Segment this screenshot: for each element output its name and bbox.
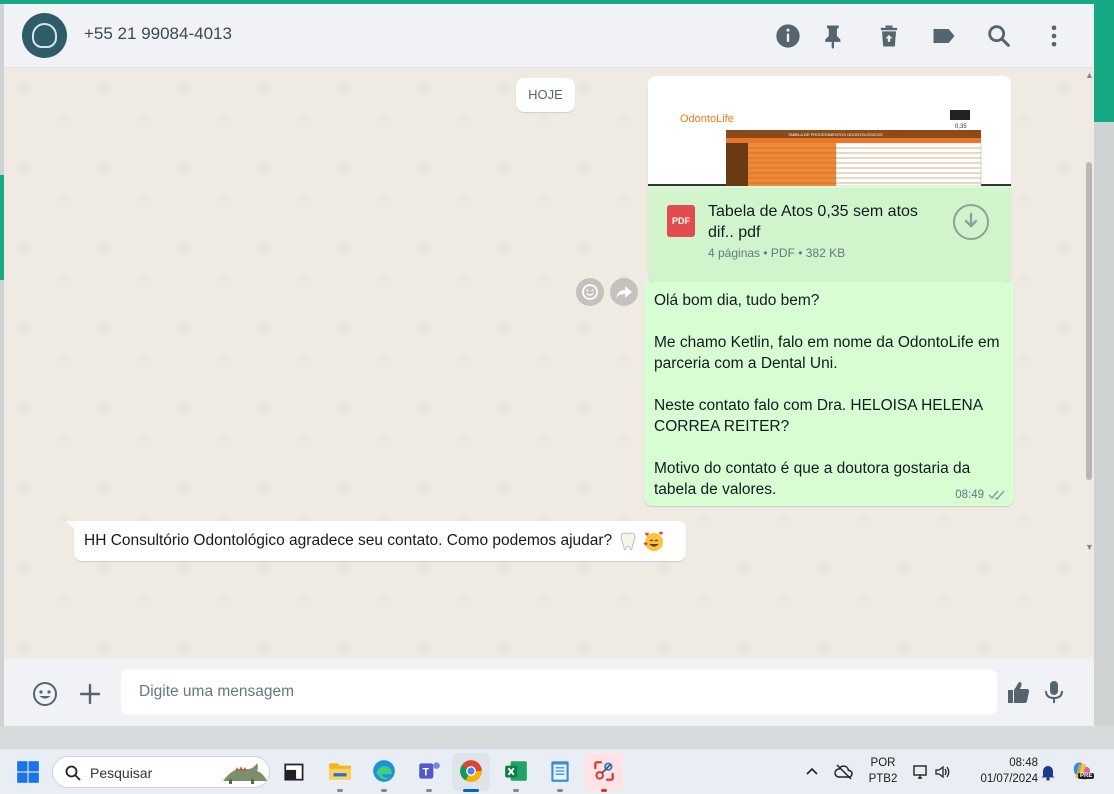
preview-value: 0,35 [955,124,967,130]
chat-scrollbar[interactable]: ▲ ▼ [1084,68,1094,658]
tooth-emoji-icon [620,532,635,551]
scroll-up-icon[interactable]: ▲ [1085,70,1094,80]
active-indicator [601,789,607,792]
smiley-icon [582,284,598,300]
whatsapp-window: +55 21 99084-4013 HOJE OdontoLife 0,35 T… [4,4,1094,726]
chevron-up-icon[interactable] [804,764,820,780]
running-indicator [426,789,432,792]
document-file-name: Tabela de Atos 0,35 sem atos dif.. pdf [708,203,918,241]
file-explorer-icon[interactable] [327,758,353,784]
preview-title: TABELA DE PROCEDIMENTOS ODONTOLÓGICOS [788,132,883,137]
contact-name[interactable]: +55 21 99084-4013 [84,24,232,44]
running-indicator [557,789,563,792]
message-composer [4,658,1094,726]
react-emoji-button[interactable] [576,278,604,306]
keyboard-layout[interactable]: PTB2 [866,773,900,785]
read-ticks-icon [988,490,1005,500]
edge-icon[interactable] [371,758,397,784]
document-meta: 4 páginas • PDF • 382 KB [708,246,846,260]
clock-date[interactable]: 01/07/2024 [964,773,1038,785]
preview-brand: OdontoLife [680,113,734,125]
message-line: Me chamo Ketlin, falo em nome da OdontoL… [654,334,1000,351]
message-line: CORREA REITER? [654,418,790,435]
smiling-face-with-hearts-icon [643,531,664,551]
date-divider: HOJE [516,78,575,112]
forward-icon [616,286,632,298]
snipping-tool-icon[interactable] [591,758,617,784]
trash-icon[interactable] [875,22,903,50]
taskbar-search-label: Pesquisar [90,765,153,781]
preview-table-rows [726,142,982,187]
taskbar-search[interactable]: Pesquisar [52,756,270,788]
message-line: Olá bom dia, tudo bem? [654,292,820,309]
windows-taskbar: Pesquisar T POR PTB2 08:48 01/07/2024 PR… [0,748,1114,794]
message-line: tabela de valores. [654,481,777,498]
input-language[interactable]: POR [866,757,900,769]
task-view-icon[interactable] [282,758,308,784]
menu-icon[interactable] [1040,22,1068,50]
chrome-icon[interactable] [458,758,484,784]
search-icon[interactable] [985,22,1013,50]
active-indicator [463,789,479,792]
microphone-icon[interactable] [1040,678,1068,706]
copilot-button[interactable]: PRE [1070,759,1095,783]
desktop-edge-right [1094,4,1114,122]
copilot-icon [1073,762,1091,780]
incoming-message[interactable]: HH Consultório Odontológico agradece seu… [74,521,686,561]
running-indicator [513,789,519,792]
pdf-file-icon: PDF [667,205,695,237]
plus-icon[interactable] [76,680,104,708]
network-icon[interactable] [912,763,930,781]
chat-header: +55 21 99084-4013 [4,4,1094,68]
download-icon [964,212,978,228]
excel-icon[interactable] [503,758,529,784]
tooth-logo [32,23,57,48]
label-icon[interactable] [930,22,958,50]
incoming-message-text: HH Consultório Odontológico agradece seu… [84,532,613,549]
search-icon [65,765,81,781]
running-indicator [381,789,387,792]
message-line: Neste contato falo com Dra. HELOISA HELE… [654,397,984,414]
teams-icon[interactable]: T [416,758,442,784]
running-indicator [337,789,343,792]
dinosaur-doodle-icon [223,763,267,784]
forward-button[interactable] [610,278,638,306]
contact-avatar[interactable] [22,13,67,58]
notepad-icon[interactable] [547,758,573,784]
scroll-down-icon[interactable]: ▼ [1085,542,1094,552]
svg-text:T: T [423,766,430,778]
message-line: Motivo do contato é que a doutora gostar… [654,460,971,477]
scroll-thumb[interactable] [1086,162,1092,480]
chat-area[interactable]: HOJE OdontoLife 0,35 TABELA DE PROCEDIME… [4,68,1094,658]
document-preview[interactable]: OdontoLife 0,35 TABELA DE PROCEDIMENTOS … [648,76,1011,187]
download-button[interactable] [953,204,989,240]
document-message[interactable]: OdontoLife 0,35 TABELA DE PROCEDIMENTOS … [648,76,1011,282]
info-icon[interactable] [774,22,802,50]
outgoing-message[interactable]: Olá bom dia, tudo bem? Me chamo Ketlin, … [644,282,1014,506]
desktop-background [0,726,1114,748]
message-time: 08:49 [955,489,984,501]
clock-time[interactable]: 08:48 [964,757,1038,769]
document-info[interactable]: PDF Tabela de Atos 0,35 sem atos dif.. p… [648,188,1011,282]
windows-start-icon[interactable] [15,759,41,785]
message-input[interactable] [121,669,997,715]
copilot-preview-badge: PRE [1078,773,1095,779]
message-line: parceria com a Dental Uni. [654,355,838,372]
pin-icon[interactable] [820,22,848,50]
notification-bell-icon[interactable] [1040,763,1056,781]
thumbs-up-icon[interactable] [1005,678,1033,706]
document-thumbnail: OdontoLife 0,35 TABELA DE PROCEDIMENTOS … [680,110,982,187]
cloud-sync-icon[interactable] [834,762,854,782]
volume-icon[interactable] [934,763,952,781]
emoji-icon[interactable] [31,680,59,708]
